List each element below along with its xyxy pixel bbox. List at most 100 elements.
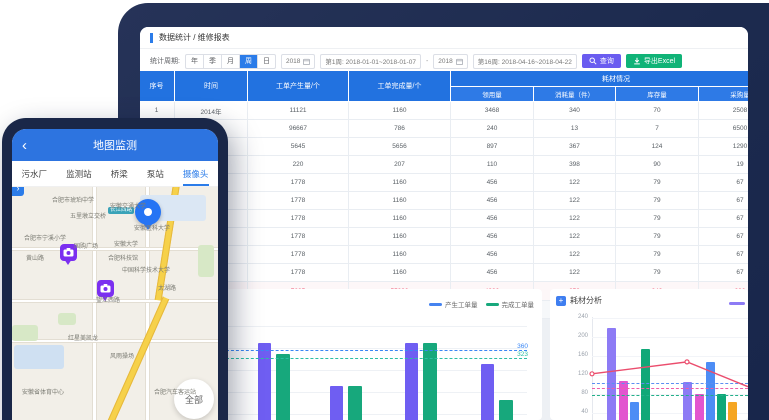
table-cell: 1160	[349, 228, 451, 246]
table-cell: 456	[451, 192, 534, 210]
table-cell: 1778	[248, 174, 349, 192]
all-filter-button[interactable]: 全部	[174, 379, 214, 419]
period-option[interactable]: 月	[222, 55, 240, 68]
y-tick-label: 200	[572, 333, 588, 339]
week-start-value: 第1周: 2018-01-01~2018-01-07	[325, 56, 416, 66]
table-cell: 110	[451, 156, 534, 174]
average-refline	[592, 395, 748, 396]
table-row: 42017年2202071103989019	[140, 156, 748, 174]
table-cell: 1160	[349, 210, 451, 228]
camera-icon	[100, 284, 111, 293]
period-option[interactable]: 日	[258, 55, 275, 68]
phone-header: ‹ 地图监测	[12, 129, 218, 161]
week-start-input[interactable]: 第1周: 2018-01-01~2018-01-07	[320, 54, 421, 69]
map-label: 五里墩立交桥	[70, 211, 106, 220]
map-road	[12, 339, 218, 343]
calendar-icon	[303, 58, 310, 65]
average-refline	[592, 383, 748, 384]
year-end-select[interactable]: 2018	[433, 54, 467, 69]
table-row: 32016年564556568973671241290	[140, 138, 748, 156]
map-label: 红星美凯龙	[68, 333, 98, 342]
table-cell: 2014年	[175, 102, 248, 120]
period-option[interactable]: 季	[204, 55, 222, 68]
table-cell: 122	[534, 210, 616, 228]
phone-tab-污水厂[interactable]: 污水厂	[22, 161, 48, 186]
table-cell: 13	[534, 120, 616, 138]
week-end-input[interactable]: 第16周: 2018-04-16~2018-04-22	[473, 54, 577, 69]
y-tick-label: 40	[572, 409, 588, 415]
average-refline	[592, 388, 748, 389]
map-park	[12, 325, 38, 341]
bar	[695, 394, 704, 420]
table-cell: 367	[534, 138, 616, 156]
table-row: 52018年177811604561227967	[140, 174, 748, 192]
table-cell: 124	[616, 138, 699, 156]
year-start-select[interactable]: 2018	[281, 54, 315, 69]
period-option[interactable]: 年	[186, 55, 204, 68]
average-refline	[221, 350, 527, 351]
stage: 数据统计 / 维修报表 统计周期: 年季月周日 2018 第1周: 2018-0…	[0, 0, 769, 420]
week-end-value: 第16周: 2018-04-16~2018-04-22	[478, 56, 572, 66]
bar	[717, 394, 726, 420]
map-label: 安徽大学	[114, 239, 138, 248]
table-cell: 5656	[349, 138, 451, 156]
year-start-value: 2018	[286, 58, 300, 65]
table-cell: 786	[349, 120, 451, 138]
table-cell: 1	[140, 102, 175, 120]
table-cell: 70	[616, 102, 699, 120]
table-cell: 3468	[451, 102, 534, 120]
map-park	[58, 313, 76, 325]
bar	[630, 402, 639, 420]
map-view[interactable]: 长江西路 › 全部 合肥市琥珀中学安徽交通大学五里墩立交桥安徽医科大学合肥市宁溪…	[12, 187, 218, 420]
table-cell: 122	[534, 174, 616, 192]
table-cell: 456	[451, 264, 534, 282]
table-row: 102023年177811604561227967	[140, 264, 748, 282]
table-cell: 79	[616, 210, 699, 228]
table-cell: 2508	[699, 102, 749, 120]
phone-tab-摄像头[interactable]: 摄像头	[183, 161, 209, 186]
table-cell: 1778	[248, 228, 349, 246]
phone-mockup: ‹ 地图监测 污水厂监测站桥梁泵站摄像头 长江西路	[2, 118, 228, 420]
bar	[641, 349, 650, 420]
table-cell: 1160	[349, 174, 451, 192]
table-cell: 79	[616, 192, 699, 210]
phone-tab-泵站[interactable]: 泵站	[147, 161, 164, 186]
map-label: 合肥市宁溪小学	[24, 233, 66, 242]
col-header-completed: 工单完成量/个	[349, 71, 451, 102]
table-row: 72020年177811604561227967	[140, 210, 748, 228]
export-excel-button[interactable]: 导出Excel	[626, 54, 682, 68]
y-tick-label: 160	[572, 352, 588, 358]
table-cell: 340	[534, 102, 616, 120]
col-header-time: 时间	[175, 71, 248, 102]
col-group-consumables: 耗材情况	[451, 71, 749, 87]
map-label: 合肥市琥珀中学	[52, 195, 94, 204]
map-label: 中国科学技术大学	[122, 265, 170, 274]
phone-tab-监测站[interactable]: 监测站	[66, 161, 92, 186]
table-cell: 122	[534, 246, 616, 264]
back-button[interactable]: ‹	[22, 138, 27, 153]
table-row: 22015年966677862401376500	[140, 120, 748, 138]
table-cell: 79	[616, 246, 699, 264]
table-cell: 79	[616, 264, 699, 282]
sub-header-1: 领用量	[451, 87, 534, 102]
table-cell: 5645	[248, 138, 349, 156]
search-button[interactable]: 查询	[582, 54, 621, 68]
map-label: 望江西路	[96, 295, 120, 304]
bar	[728, 402, 737, 420]
table-cell: 96667	[248, 120, 349, 138]
table-cell: 122	[534, 192, 616, 210]
map-label: 风雨操场	[110, 351, 134, 360]
breadcrumb-accent-bar	[150, 33, 153, 43]
y-axis	[592, 317, 593, 420]
dashboard-window: 数据统计 / 维修报表 统计周期: 年季月周日 2018 第1周: 2018-0…	[140, 27, 748, 420]
table-cell: 67	[699, 228, 749, 246]
refline-value: 360	[498, 343, 528, 350]
table-cell: 220	[248, 156, 349, 174]
phone-tab-桥梁[interactable]: 桥梁	[111, 161, 128, 186]
period-option[interactable]: 周	[240, 55, 258, 68]
map-expander-button[interactable]: ›	[12, 187, 24, 196]
table-cell: 1778	[248, 192, 349, 210]
refline-value: 323	[498, 351, 528, 358]
table-cell: 67	[699, 246, 749, 264]
report-table: 序号 时间 工单产生量/个 工单完成量/个 耗材情况 领用量 消耗量（件） 库存…	[140, 70, 748, 319]
